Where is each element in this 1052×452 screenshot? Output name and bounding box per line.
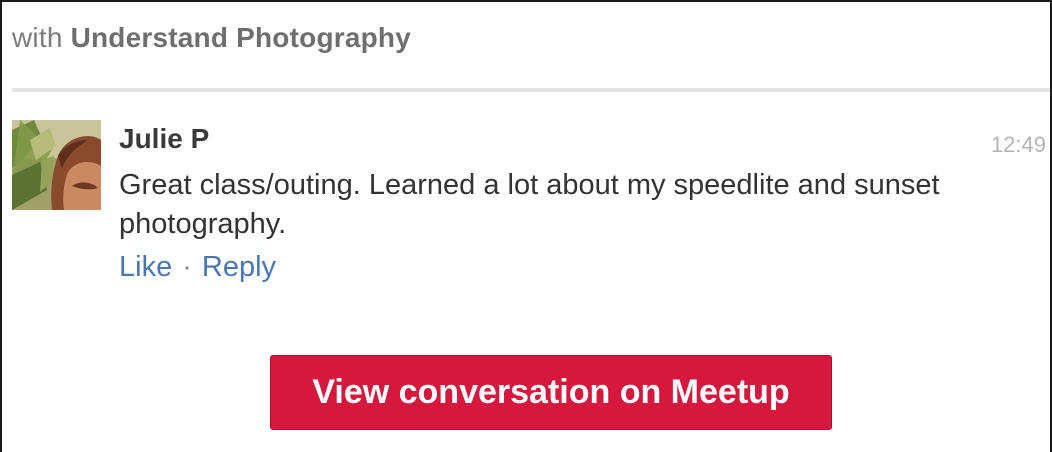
avatar-photo-icon [12,120,101,210]
avatar[interactable] [12,120,101,210]
email-card: with Understand Photography Julie P 12:4… [0,0,1052,452]
view-conversation-button[interactable]: View conversation on Meetup [270,355,832,430]
header-prefix: with [12,22,63,53]
reply-link[interactable]: Reply [202,251,276,283]
comment-author[interactable]: Julie P [119,123,209,155]
like-link[interactable]: Like [119,251,172,283]
action-separator: · [182,251,192,283]
comment-text: Great class/outing. Learned a lot about … [119,169,940,240]
comment-actions: Like · Reply [119,251,276,284]
group-name[interactable]: Understand Photography [71,22,411,53]
divider [12,88,1050,92]
group-header: with Understand Photography [12,22,411,54]
comment-timestamp: 12:49 [990,132,1046,157]
